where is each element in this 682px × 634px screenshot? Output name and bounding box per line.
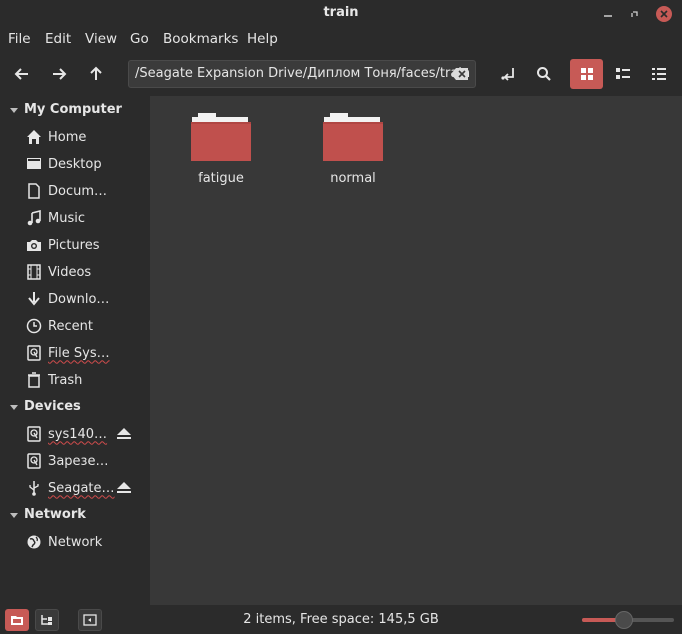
arrow-left-icon	[14, 68, 28, 80]
compact-list-icon	[652, 68, 666, 80]
camera-icon	[26, 237, 42, 253]
sidebar-item-home[interactable]: Home	[26, 127, 86, 147]
chevron-down-icon	[10, 107, 18, 113]
sidebar-item-music[interactable]: Music	[26, 208, 85, 228]
search-button[interactable]	[529, 59, 559, 89]
back-button[interactable]	[7, 59, 37, 89]
arrow-up-icon	[90, 66, 102, 80]
eject-icon[interactable]	[116, 428, 132, 444]
file-name: fatigue	[198, 171, 244, 186]
menu-edit[interactable]: Edit	[45, 31, 71, 47]
sidebar-item-recent[interactable]: Recent	[26, 316, 93, 336]
menu-help[interactable]: Help	[247, 31, 278, 47]
location-path[interactable]: /Seagate Expansion Drive/Диплом Тоня/fac…	[135, 66, 470, 81]
sidebar-item-filesystem[interactable]: File Sys…	[26, 343, 110, 363]
sidebar-item-desktop[interactable]: Desktop	[26, 154, 102, 174]
window-title: train	[323, 5, 359, 20]
document-icon	[26, 183, 42, 199]
eject-icon[interactable]	[116, 482, 132, 498]
drive-icon	[26, 345, 42, 361]
status-text: 2 items, Free space: 145,5 GB	[243, 612, 439, 627]
menu-file[interactable]: File	[8, 31, 31, 47]
download-icon	[26, 291, 42, 307]
home-icon	[26, 129, 42, 145]
sidebar-item-videos[interactable]: Videos	[26, 262, 91, 282]
music-icon	[26, 210, 42, 226]
compact-view-button[interactable]	[644, 59, 674, 89]
sidebar-item-trash[interactable]: Trash	[26, 370, 82, 390]
film-icon	[26, 264, 42, 280]
network-icon	[26, 534, 42, 550]
sidebar-item-network[interactable]: Network	[26, 532, 102, 552]
file-item-normal[interactable]: normal	[308, 113, 398, 186]
icon-view-button[interactable]	[570, 59, 603, 89]
sidebar-item-reserved[interactable]: Зарезе…	[26, 451, 108, 471]
status-bar: 2 items, Free space: 145,5 GB	[0, 605, 682, 634]
minimize-button[interactable]	[597, 3, 619, 25]
folder-icon	[323, 113, 383, 161]
file-item-fatigue[interactable]: fatigue	[176, 113, 266, 186]
location-entry[interactable]: /Seagate Expansion Drive/Диплом Тоня/fac…	[128, 60, 476, 88]
drive-icon	[26, 426, 42, 442]
menu-go[interactable]: Go	[130, 31, 149, 47]
sidebar-item-pictures[interactable]: Pictures	[26, 235, 99, 255]
toolbar: /Seagate Expansion Drive/Диплом Тоня/fac…	[0, 52, 682, 96]
sidebar-item-documents[interactable]: Docum…	[26, 181, 107, 201]
chevron-down-icon	[10, 512, 18, 518]
title-bar: train	[0, 0, 682, 28]
trash-icon	[26, 372, 42, 388]
menu-view[interactable]: View	[85, 31, 117, 47]
desktop-icon	[26, 156, 42, 172]
usb-icon	[26, 480, 42, 496]
forward-button[interactable]	[44, 59, 74, 89]
menu-bar: File Edit View Go Bookmarks Help	[0, 28, 682, 52]
clear-location-icon[interactable]	[451, 67, 469, 85]
folder-icon	[191, 113, 251, 161]
close-button[interactable]	[653, 3, 675, 25]
maximize-button[interactable]	[624, 3, 646, 25]
section-my-computer[interactable]: My Computer	[8, 102, 122, 117]
zoom-slider[interactable]	[582, 611, 674, 629]
list-icon	[616, 68, 630, 79]
path-toggle-icon	[501, 68, 514, 81]
section-devices[interactable]: Devices	[8, 399, 81, 414]
clock-icon	[26, 318, 42, 334]
arrow-right-icon	[53, 68, 67, 80]
chevron-down-icon	[10, 404, 18, 410]
sidebar-item-downloads[interactable]: Downlo…	[26, 289, 109, 309]
up-button[interactable]	[81, 59, 111, 89]
sidebar: My Computer Home Desktop Docum… Music Pi…	[0, 96, 150, 605]
grid-icon	[580, 68, 593, 80]
drive-icon	[26, 453, 42, 469]
sidebar-item-sys140[interactable]: sys140…	[26, 424, 107, 444]
file-name: normal	[330, 171, 376, 186]
file-view[interactable]: fatigue normal	[150, 96, 682, 605]
search-icon	[537, 67, 551, 81]
sidebar-item-seagate[interactable]: Seagate…	[26, 478, 115, 498]
menu-bookmarks[interactable]: Bookmarks	[163, 31, 238, 47]
section-network[interactable]: Network	[8, 507, 86, 522]
list-view-button[interactable]	[608, 59, 638, 89]
toggle-location-button[interactable]	[493, 59, 523, 89]
